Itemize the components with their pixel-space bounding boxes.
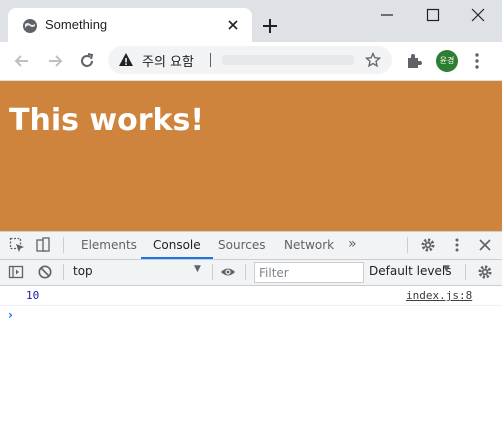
toolbar-divider (212, 264, 213, 280)
toolbar-divider (465, 264, 466, 280)
close-window-icon[interactable] (469, 6, 487, 24)
minimize-icon[interactable] (378, 6, 396, 24)
extensions-puzzle-icon[interactable] (405, 52, 423, 70)
browser-tab[interactable]: Something (8, 8, 252, 42)
console-toolbar: top ▼ Default levels ▼ (0, 260, 502, 286)
page-heading: This works! (9, 103, 205, 138)
new-tab-icon[interactable] (260, 16, 280, 36)
console-settings-gear-icon[interactable] (477, 264, 493, 280)
device-toolbar-icon[interactable] (35, 237, 51, 253)
toolbar-divider (63, 237, 64, 253)
browser-window: Something 주의 요함 윤경 This works! Elements … (0, 0, 502, 435)
console-prompt-icon[interactable]: › (8, 308, 13, 322)
close-tab-icon[interactable] (225, 17, 241, 33)
tab-sources[interactable]: Sources (218, 232, 265, 258)
devtools-menu-icon[interactable] (449, 237, 465, 253)
devtools-tab-bar: Elements Console Sources Network » (0, 232, 502, 260)
tab-strip: Something (0, 0, 502, 42)
back-arrow-icon[interactable] (12, 51, 32, 71)
warning-icon[interactable] (118, 52, 134, 68)
log-value: 10 (26, 289, 40, 302)
log-levels-dropdown[interactable]: Default levels (369, 264, 451, 278)
kebab-menu-icon[interactable] (474, 52, 480, 70)
bookmark-star-icon[interactable] (365, 52, 381, 68)
forward-arrow-icon[interactable] (45, 51, 65, 71)
toolbar-divider (407, 237, 408, 253)
security-warning-label[interactable]: 주의 요함 (142, 51, 194, 70)
globe-icon (23, 19, 37, 33)
profile-avatar[interactable]: 윤경 (436, 50, 458, 72)
tab-title: Something (45, 17, 108, 32)
omnibox-separator (210, 53, 211, 67)
filter-input[interactable] (254, 262, 364, 283)
page-viewport: This works! (0, 81, 502, 231)
settings-gear-icon[interactable] (420, 237, 436, 253)
tab-network[interactable]: Network (284, 232, 334, 258)
chevron-down-icon[interactable]: ▼ (194, 264, 201, 274)
live-expression-eye-icon[interactable] (220, 264, 236, 280)
devtools-panel: Elements Console Sources Network » top ▼… (0, 231, 502, 435)
reload-icon[interactable] (77, 51, 97, 71)
tab-console[interactable]: Console (141, 232, 213, 259)
inspect-element-icon[interactable] (9, 237, 25, 253)
more-tabs-icon[interactable]: » (348, 232, 357, 258)
chevron-down-icon[interactable]: ▼ (443, 264, 450, 274)
sidebar-toggle-icon[interactable] (8, 264, 24, 280)
toolbar-divider (63, 264, 64, 280)
close-devtools-icon[interactable] (477, 237, 493, 253)
clear-console-icon[interactable] (37, 264, 53, 280)
context-selector[interactable]: top (73, 264, 205, 281)
toolbar-divider (245, 264, 246, 280)
log-source-link[interactable]: index.js:8 (406, 289, 472, 302)
tab-elements[interactable]: Elements (81, 232, 137, 258)
address-bar[interactable]: 주의 요함 (108, 46, 392, 74)
console-message-row: 10 index.js:8 (0, 287, 502, 306)
url-text-redacted (222, 55, 354, 65)
maximize-icon[interactable] (424, 6, 442, 24)
browser-toolbar: 주의 요함 윤경 (0, 42, 502, 81)
